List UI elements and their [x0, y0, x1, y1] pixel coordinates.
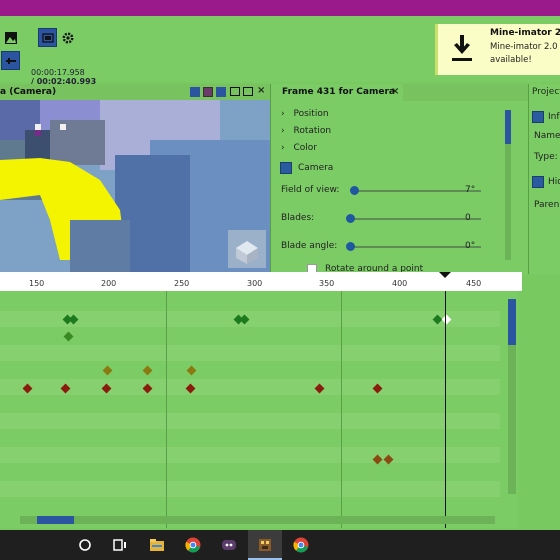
viewport-title: a (Camera) — [0, 87, 57, 97]
blades-label: Blades: — [281, 213, 315, 223]
blades-slider[interactable] — [349, 218, 481, 220]
ruler-label: 150 — [29, 279, 45, 288]
timeline-ruler[interactable]: 150 200 250 300 350 400 450 — [0, 272, 522, 291]
fov-label: Field of view: — [281, 185, 340, 195]
viewport-render-toggle[interactable] — [203, 87, 213, 97]
task-view-icon[interactable] — [109, 534, 131, 556]
project-panel-title: Project — [532, 87, 560, 97]
scene-render — [0, 100, 270, 272]
ruler-label: 250 — [174, 279, 190, 288]
track-row[interactable] — [0, 413, 500, 429]
name-label: Name — [534, 131, 560, 141]
playhead-line[interactable] — [445, 291, 446, 528]
chrome-icon[interactable] — [182, 534, 204, 556]
frame-panel-tab[interactable]: Frame 431 for Camera × — [271, 84, 403, 101]
fov-slider[interactable] — [353, 190, 481, 192]
frame-panel-header: Frame 431 for Camera × — [271, 84, 529, 101]
playhead-handle[interactable] — [439, 272, 451, 278]
discord-icon[interactable] — [218, 534, 240, 556]
blade-angle-label: Blade angle: — [281, 241, 338, 251]
notification-text: Mine-imator 2.0 i available! — [490, 41, 560, 67]
update-notification[interactable]: Mine-imator 2.0 Mine-imator 2.0 i availa… — [435, 24, 560, 75]
track-row[interactable] — [0, 481, 500, 497]
os-taskbar — [0, 530, 560, 560]
3d-viewport[interactable] — [0, 100, 270, 272]
section-rotation[interactable]: › Rotation — [281, 126, 331, 136]
blades-value[interactable]: 0 — [465, 213, 471, 223]
parent-label: Paren — [534, 200, 560, 210]
keyframe-marker[interactable] — [186, 365, 197, 376]
fov-value[interactable]: 7° — [465, 185, 475, 195]
mine-imator-icon[interactable] — [254, 534, 276, 556]
search-icon[interactable] — [74, 534, 96, 556]
track-row[interactable] — [0, 447, 500, 463]
section-label: Rotation — [293, 126, 332, 136]
hide-checkbox[interactable] — [532, 176, 544, 188]
hide-row[interactable]: Hid — [532, 176, 560, 188]
viewport-grid-toggle[interactable] — [216, 87, 226, 97]
section-camera[interactable]: Camera — [280, 162, 333, 174]
ruler-label: 300 — [247, 279, 263, 288]
notification-text-line1: Mine-imator 2.0 i — [490, 42, 560, 52]
section-position[interactable]: › Position — [281, 109, 329, 119]
timeline-mode-icon[interactable] — [1, 51, 20, 70]
fov-slider-knob[interactable] — [350, 186, 359, 195]
project-panel: Project Infor Name Type: Hid Paren — [528, 84, 560, 274]
info-label: Infor — [548, 112, 560, 122]
timeline-horizontal-thumb[interactable] — [37, 516, 74, 524]
section-label: Color — [293, 143, 317, 153]
viewport-close-icon[interactable]: × — [257, 85, 265, 96]
grid-line — [341, 291, 342, 528]
viewport-header: a (Camera) × — [0, 84, 270, 100]
keyframe-marker[interactable] — [102, 365, 113, 376]
frame-panel-title: Frame 431 for Camera — [282, 87, 395, 97]
info-checkbox[interactable] — [532, 111, 544, 123]
settings-gear-icon[interactable] — [60, 30, 76, 46]
blades-slider-knob[interactable] — [346, 214, 355, 223]
download-icon — [450, 34, 474, 65]
viewport-fullscreen-icon[interactable] — [243, 87, 253, 96]
ruler-label: 200 — [101, 279, 117, 288]
file-explorer-icon[interactable] — [146, 534, 168, 556]
notification-text-line2: available! — [490, 55, 532, 65]
grid-line — [166, 291, 167, 528]
track-row[interactable] — [0, 379, 500, 395]
track-row[interactable] — [0, 345, 500, 361]
keyframe-marker[interactable] — [63, 331, 74, 342]
viewport-camera-toggle[interactable] — [190, 87, 200, 97]
ruler-label: 450 — [466, 279, 482, 288]
camera-checkbox[interactable] — [280, 162, 292, 174]
info-row[interactable]: Infor — [532, 111, 560, 123]
chevron-right-icon: › — [281, 143, 285, 153]
hide-label: Hid — [548, 177, 560, 187]
ruler-label: 350 — [319, 279, 335, 288]
timeline-tracks[interactable] — [0, 291, 518, 528]
blade-angle-value[interactable]: 0° — [465, 241, 475, 251]
viewport-window-icon[interactable] — [230, 87, 240, 96]
window-title-bar — [0, 0, 560, 16]
image-icon[interactable] — [3, 30, 19, 46]
chevron-right-icon: › — [281, 126, 285, 136]
chrome-alt-icon[interactable] — [290, 534, 312, 556]
camera-view-icon[interactable] — [38, 28, 57, 47]
current-time: 00:00:17.958 — [31, 68, 85, 77]
frame-panel-scroll-thumb[interactable] — [505, 110, 511, 144]
timeline-horizontal-scrollbar[interactable] — [20, 516, 495, 524]
section-color[interactable]: › Color — [281, 143, 317, 153]
keyframe-marker[interactable] — [142, 365, 153, 376]
chevron-right-icon: › — [281, 109, 285, 119]
camera-label: Camera — [298, 163, 334, 173]
section-label: Position — [293, 109, 329, 119]
blade-angle-slider-knob[interactable] — [346, 242, 355, 251]
notification-title: Mine-imator 2.0 — [490, 28, 560, 38]
frame-properties-panel: Frame 431 for Camera × › Position › Rota… — [270, 84, 529, 274]
close-icon[interactable]: × — [391, 86, 399, 97]
ruler-label: 400 — [392, 279, 408, 288]
type-label: Type: — [534, 152, 558, 162]
timeline-vertical-thumb[interactable] — [508, 299, 516, 345]
blade-angle-slider[interactable] — [349, 246, 481, 248]
